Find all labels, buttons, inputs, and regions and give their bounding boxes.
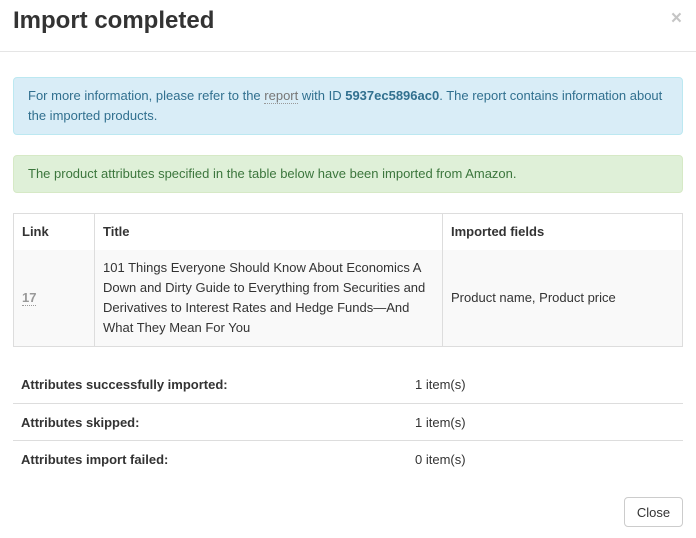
summary-row-failed: Attributes import failed: 0 item(s) <box>13 440 683 477</box>
info-text-before: For more information, please refer to th… <box>28 88 265 103</box>
summary-value: 1 item(s) <box>415 414 466 430</box>
imported-attributes-table: Link Title Imported fields 17 101 Things… <box>13 213 683 347</box>
product-link[interactable]: 17 <box>22 289 37 306</box>
success-alert: The product attributes specified in the … <box>13 155 683 193</box>
info-alert: For more information, please refer to th… <box>13 77 683 135</box>
import-completed-dialog: Import completed × For more information,… <box>0 0 696 538</box>
table-cell-link: 17 <box>13 249 95 347</box>
summary-row-imported: Attributes successfully imported: 1 item… <box>13 366 683 403</box>
report-id: 5937ec5896ac0 <box>345 88 440 103</box>
dialog-header: Import completed × <box>0 0 696 52</box>
summary-value: 0 item(s) <box>415 451 466 467</box>
summary-value: 1 item(s) <box>415 377 466 392</box>
column-header-title: Title <box>94 213 443 250</box>
table-cell-title: 101 Things Everyone Should Know About Ec… <box>94 249 443 347</box>
summary-label: Attributes successfully imported: <box>21 377 228 392</box>
info-text-mid: with ID <box>298 88 346 103</box>
table-header-row: Link Title Imported fields <box>13 213 683 250</box>
table-row: 17 101 Things Everyone Should Know About… <box>13 249 683 347</box>
column-header-imported-fields: Imported fields <box>451 224 545 240</box>
summary-label: Attributes import failed: <box>21 451 169 467</box>
report-link[interactable]: report <box>264 88 299 104</box>
column-header-link: Link <box>13 213 95 250</box>
summary-row-skipped: Attributes skipped: 1 item(s) <box>13 403 683 440</box>
table-cell-imported-fields: Product name, Product price <box>442 249 683 347</box>
import-summary: Attributes successfully imported: 1 item… <box>13 366 683 477</box>
summary-label: Attributes skipped: <box>21 414 140 430</box>
close-button[interactable]: Close <box>624 497 683 527</box>
dialog-title: Import completed <box>13 7 215 34</box>
close-icon[interactable]: × <box>671 9 682 29</box>
success-text: The product attributes specified in the … <box>28 166 517 181</box>
